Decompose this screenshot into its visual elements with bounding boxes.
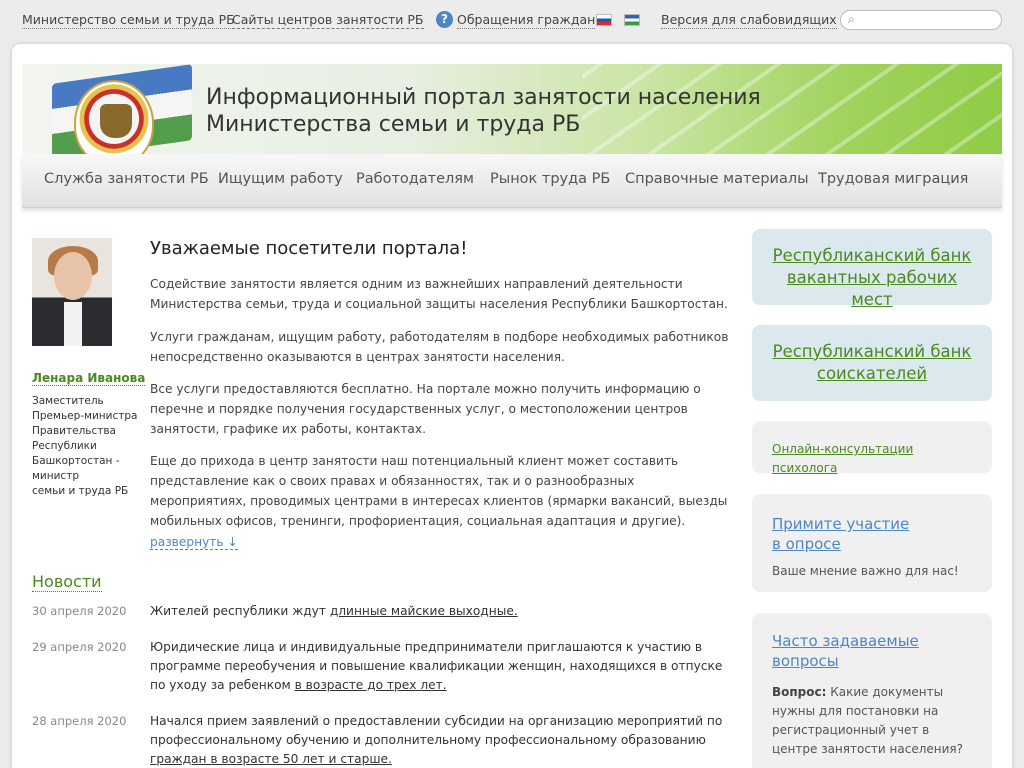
psych-consult-box: Онлайн-консультации психолога xyxy=(752,421,992,475)
site-title: Информационный портал занятости населени… xyxy=(206,85,761,137)
psych-consult-link[interactable]: Онлайн-консультации психолога xyxy=(772,442,913,475)
news-heading-link[interactable]: Новости xyxy=(32,572,102,592)
vacancies-bank-box: Республиканский банк вакантных рабочих м… xyxy=(752,229,992,309)
main-card: Информационный портал занятости населени… xyxy=(12,44,1012,768)
news-link[interactable]: граждан в возрасте 50 лет и старше. xyxy=(150,752,392,766)
news-link[interactable]: длинные майские выходные. xyxy=(330,604,518,618)
minister-title: Заместитель Премьер-министра Правительст… xyxy=(32,395,138,497)
news-date: 30 апреля 2020 xyxy=(32,604,127,618)
welcome-heading: Уважаемые посетители портала! xyxy=(150,238,468,259)
search-box: ⌕ xyxy=(840,10,1002,30)
nav-employment-service[interactable]: Служба занятости РБ xyxy=(44,171,209,187)
news-link[interactable]: в возрасте до трех лет. xyxy=(295,678,447,692)
news-item: Начался прием заявлений о предоставлении… xyxy=(150,714,723,766)
top-utility-bar: Министерство семьи и труда РБ Сайты цент… xyxy=(0,0,1024,40)
main-navigation: Служба занятости РБ Ищущим работу Работо… xyxy=(22,154,1002,208)
nav-employers[interactable]: Работодателям xyxy=(356,171,474,187)
citizen-appeals-link[interactable]: Обращения граждан xyxy=(457,12,596,29)
nav-reference-materials[interactable]: Справочные материалы xyxy=(625,171,809,187)
employment-centers-link[interactable]: Сайты центров занятости РБ xyxy=(232,12,424,29)
news-item: Жителей республики ждут длинные майские … xyxy=(150,604,518,618)
intro-paragraph-3: Все услуги предоставляются бесплатно. На… xyxy=(150,382,701,436)
news-date: 28 апреля 2020 xyxy=(32,714,127,728)
russian-flag-icon[interactable] xyxy=(596,14,612,26)
news-item: Юридические лица и индивидуальные предпр… xyxy=(150,640,723,692)
vacancies-bank-link[interactable]: Республиканский банк вакантных рабочих м… xyxy=(764,245,980,311)
nav-job-seekers[interactable]: Ищущим работу xyxy=(218,171,343,187)
faq-question: Вопрос: Какие документы нужны для постан… xyxy=(772,685,963,756)
intro-paragraph-1: Содействие занятости является одним из в… xyxy=(150,277,728,311)
minister-name-link[interactable]: Ленара Иванова xyxy=(32,371,146,386)
search-input[interactable] xyxy=(863,12,995,28)
expand-link[interactable]: развернуть ↓ xyxy=(150,535,238,550)
nav-labor-market[interactable]: Рынок труда РБ xyxy=(490,171,610,187)
faq-link[interactable]: Часто задаваемые вопросы xyxy=(772,631,932,671)
faq-box: Часто задаваемые вопросы Вопрос: Какие д… xyxy=(752,613,992,768)
nav-labor-migration[interactable]: Трудовая миграция xyxy=(818,171,968,187)
header-banner: Информационный портал занятости населени… xyxy=(22,64,1002,154)
minister-photo xyxy=(32,238,112,346)
applicants-bank-box: Республиканский банк соискателей xyxy=(752,325,992,401)
intro-paragraph-4: Еще до прихода в центр занятости наш пот… xyxy=(150,454,728,528)
question-icon[interactable]: ? xyxy=(436,11,453,28)
bashkir-flag-icon[interactable] xyxy=(624,14,640,26)
poll-box: Примите участие в опросе Ваше мнение важ… xyxy=(752,494,992,592)
news-date: 29 апреля 2020 xyxy=(32,640,127,654)
poll-link[interactable]: Примите участие в опросе xyxy=(772,514,922,554)
applicants-bank-link[interactable]: Республиканский банк соискателей xyxy=(764,341,980,385)
intro-paragraph-2: Услуги гражданам, ищущим работу, работод… xyxy=(150,330,729,364)
search-icon[interactable]: ⌕ xyxy=(848,12,855,27)
ministry-link[interactable]: Министерство семьи и труда РБ xyxy=(22,12,235,29)
accessibility-version-link[interactable]: Версия для слабовидящих xyxy=(661,12,837,29)
poll-subtitle: Ваше мнение важно для нас! xyxy=(772,564,959,578)
